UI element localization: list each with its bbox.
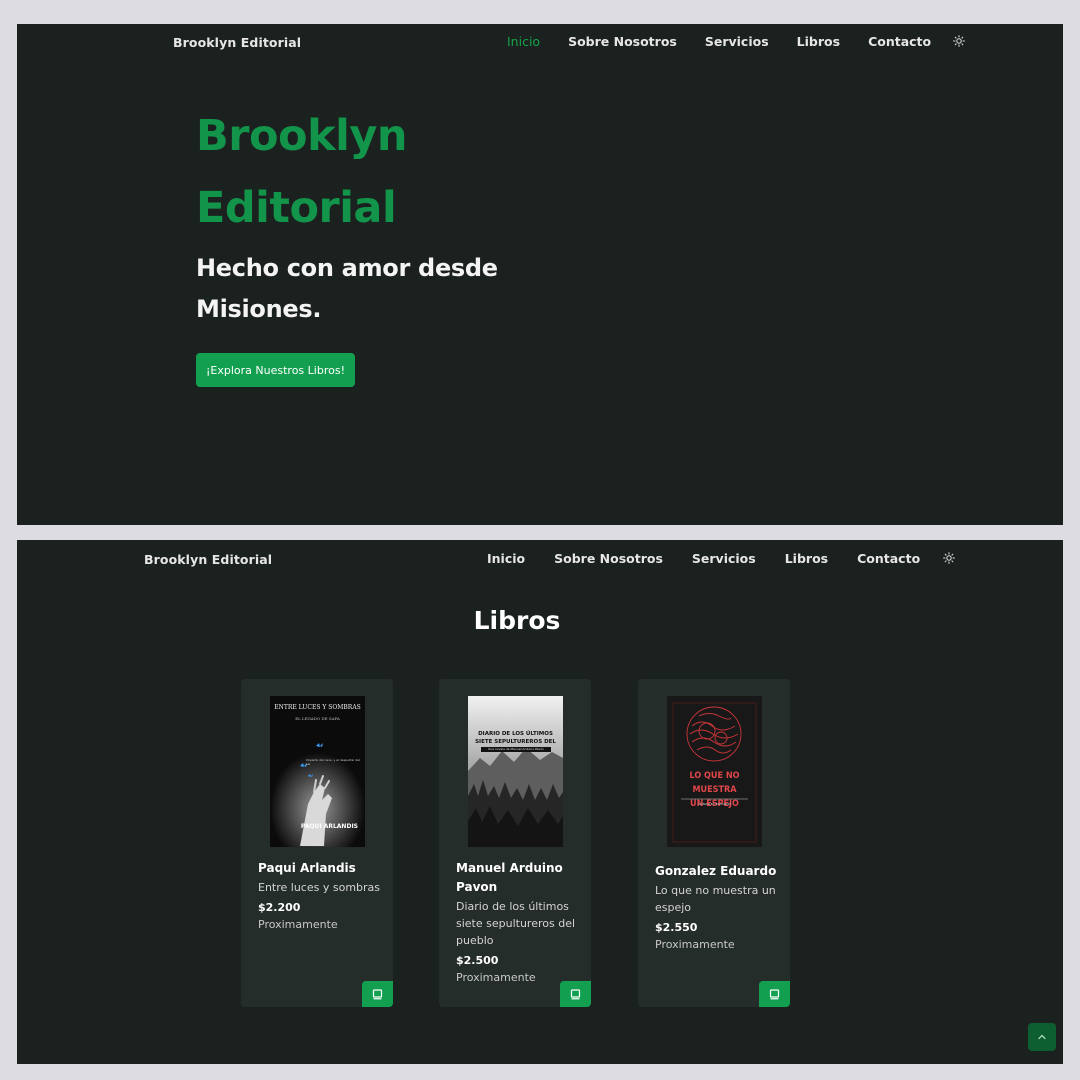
book-title: Entre luces y sombras	[258, 881, 381, 894]
hero-title-line: Brooklyn	[196, 111, 408, 161]
hero-title: Brooklyn Editorial	[196, 100, 576, 244]
cover-author: GONZALEZ EDUARDO	[698, 802, 731, 806]
hero-screenshot-panel: Brooklyn Editorial Inicio Sobre Nosotros…	[17, 24, 1063, 525]
explore-books-button[interactable]: ¡Explora Nuestros Libros!	[196, 353, 355, 387]
nav-item-contacto[interactable]: Contacto	[868, 34, 931, 49]
cover-art	[468, 696, 563, 847]
book-price: $2.200	[258, 901, 301, 914]
brand-logo-text[interactable]: Brooklyn Editorial	[144, 552, 272, 567]
nav-item-servicios[interactable]: Servicios	[705, 34, 769, 49]
hero-subtitle-line: Hecho con amor desde	[196, 254, 498, 282]
book-title: Diario de los últimos siete sepultureros…	[456, 900, 576, 947]
book-cover-image[interactable]: LO QUE NO MUESTRA UN ESPEJO GONZALEZ EDU…	[667, 696, 762, 847]
main-nav: Inicio Sobre Nosotros Servicios Libros C…	[507, 34, 966, 49]
sun-icon-svg	[953, 34, 966, 47]
book-price: $2.550	[655, 921, 698, 934]
book-card: ENTRE LUCES Y SOMBRAS EL LEGADO DE SAFA …	[241, 679, 393, 1007]
main-nav: Inicio Sobre Nosotros Servicios Libros C…	[487, 551, 956, 566]
book-price: $2.500	[456, 954, 499, 967]
sun-icon-svg	[943, 551, 956, 564]
book-author: Gonzalez Eduardo	[655, 864, 777, 878]
books-screenshot-panel: Brooklyn Editorial Inicio Sobre Nosotros…	[17, 540, 1063, 1064]
book-card: DIARIO DE LOS ÚLTIMOS SIETE SEPULTUREROS…	[439, 679, 591, 1007]
hero-subtitle: Hecho con amor desde Misiones.	[196, 248, 556, 330]
scroll-to-top-button[interactable]	[1028, 1023, 1056, 1051]
book-title: Lo que no muestra un espejo	[655, 884, 776, 914]
cover-subheading: EL LEGADO DE SAFA	[295, 716, 340, 721]
cover-heading-line: LO QUE NO MUESTRA	[689, 771, 740, 795]
cover-small-text: Impacto del caos, y el despertar del ser	[306, 758, 360, 766]
book-card: LO QUE NO MUESTRA UN ESPEJO GONZALEZ EDU…	[638, 679, 790, 1007]
hero-subtitle-line: Misiones.	[196, 295, 322, 323]
book-icon	[769, 988, 780, 999]
book-action-button[interactable]	[560, 981, 591, 1007]
book-info: Paqui Arlandis Entre luces y sombras $2.…	[258, 859, 382, 933]
nav-item-libros[interactable]: Libros	[785, 551, 828, 566]
nav-item-inicio[interactable]: Inicio	[507, 34, 540, 49]
book-action-button[interactable]	[759, 981, 790, 1007]
nav-item-contacto[interactable]: Contacto	[857, 551, 920, 566]
book-icon	[372, 988, 383, 999]
book-info: Manuel Arduino Pavon Diario de los últim…	[456, 859, 580, 986]
nav-item-inicio[interactable]: Inicio	[487, 551, 525, 566]
book-icon	[570, 988, 581, 999]
sun-icon[interactable]	[943, 551, 956, 566]
cover-band-text: Una novela de Manuel Arduino Pavón	[481, 747, 551, 752]
cover-heading: ENTRE LUCES Y SOMBRAS	[274, 704, 361, 711]
nav-item-sobre-nosotros[interactable]: Sobre Nosotros	[554, 551, 663, 566]
book-author: Paqui Arlandis	[258, 861, 356, 875]
nav-item-libros[interactable]: Libros	[797, 34, 840, 49]
sun-icon[interactable]	[953, 34, 966, 49]
book-status: Proximamente	[655, 938, 735, 951]
section-title-libros: Libros	[473, 606, 561, 635]
book-info: Gonzalez Eduardo Lo que no muestra un es…	[655, 862, 779, 953]
nav-item-sobre-nosotros[interactable]: Sobre Nosotros	[568, 34, 677, 49]
chevron-up-icon	[1038, 1034, 1046, 1040]
book-action-button[interactable]	[362, 981, 393, 1007]
book-cover-image[interactable]: DIARIO DE LOS ÚLTIMOS SIETE SEPULTUREROS…	[468, 696, 563, 847]
book-cover-image[interactable]: ENTRE LUCES Y SOMBRAS EL LEGADO DE SAFA …	[270, 696, 365, 847]
book-author: Manuel Arduino Pavon	[456, 861, 563, 894]
book-status: Proximamente	[258, 918, 338, 931]
cover-author: PAQUI ARLANDIS	[300, 823, 358, 830]
hero-title-line: Editorial	[196, 183, 397, 233]
nav-item-servicios[interactable]: Servicios	[692, 551, 756, 566]
brand-logo-text[interactable]: Brooklyn Editorial	[173, 35, 301, 50]
